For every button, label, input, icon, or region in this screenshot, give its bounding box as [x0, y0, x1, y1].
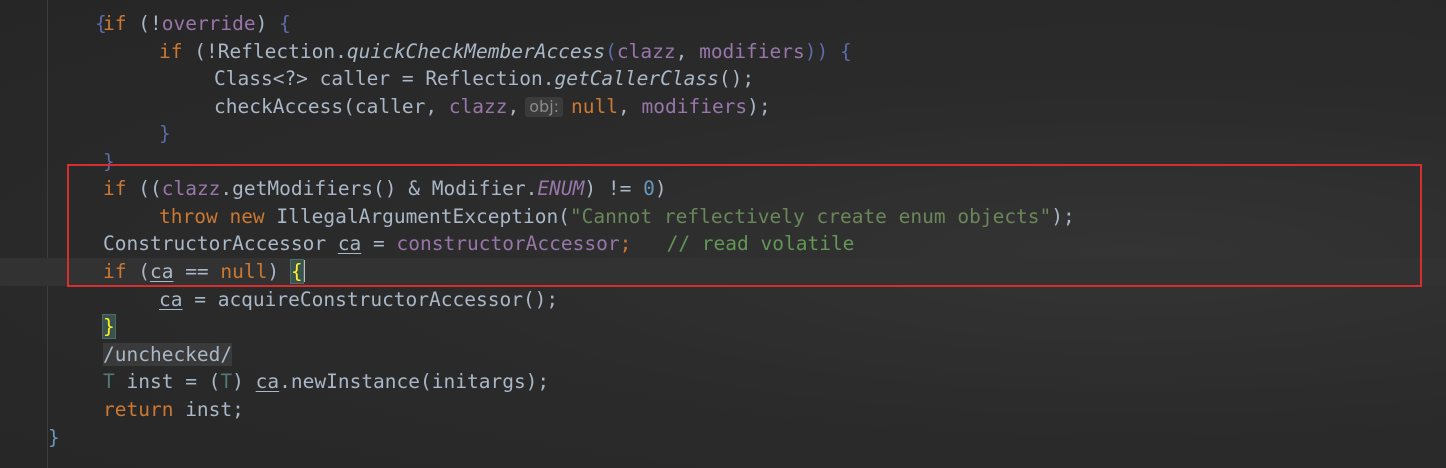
brace: } [48, 426, 60, 449]
code-line[interactable]: throw new IllegalArgumentException("Cann… [159, 203, 1075, 231]
code-line[interactable]: return inst; [103, 396, 244, 424]
type-parameter: T [220, 370, 233, 393]
code-text: .newInstance(initargs); [279, 370, 550, 393]
parameter-hint: obj: [525, 97, 564, 117]
brace: } [103, 150, 115, 173]
keyword: if [159, 40, 183, 63]
code-text: inst = ( [114, 370, 221, 393]
field-ref: modifiers [699, 40, 805, 63]
string-literal: "Cannot reflectively create enum objects… [569, 205, 1052, 228]
code-text: ) != [584, 177, 644, 200]
local-variable: ca [255, 370, 280, 393]
null-literal: null [220, 260, 268, 283]
code-line[interactable]: } [102, 313, 116, 341]
field-ref: constructorAccessor [396, 232, 620, 255]
static-method-call: getCallerClass [554, 67, 719, 90]
local-variable: ca [159, 288, 183, 311]
keyword: if [103, 177, 127, 200]
code-text: = acquireConstructorAccessor(); [182, 288, 559, 311]
code-text: (! [126, 12, 162, 35]
semicolon: ; [619, 232, 632, 255]
field-ref: clazz [161, 177, 221, 200]
code-text: ) [255, 12, 280, 35]
code-line[interactable]: if (!override) { [103, 10, 291, 38]
code-text: .getModifiers() & Modifier. [220, 177, 538, 200]
code-line[interactable]: Class<?> caller = Reflection.getCallerCl… [214, 65, 754, 93]
code-line[interactable]: { [48, 0, 107, 35]
keyword: throw [159, 205, 218, 228]
keyword: if [103, 260, 127, 283]
code-text: ) [232, 370, 256, 393]
code-line[interactable]: /unchecked/ [103, 341, 233, 369]
paren: ( [605, 40, 617, 63]
code-text: , [618, 95, 642, 118]
number-literal: 0 [643, 177, 655, 200]
keyword: new [229, 205, 265, 228]
brace: { [839, 40, 852, 63]
comment: // read volatile [666, 232, 855, 255]
code-line[interactable]: if (ca == null) { [103, 258, 305, 286]
code-text: checkAccess(caller, [214, 95, 449, 118]
matched-brace: { [289, 259, 304, 284]
text-caret [302, 260, 305, 282]
static-method-call: quickCheckMemberAccess [346, 40, 606, 63]
code-text: ); [747, 95, 771, 118]
code-text: Class<?> caller = Reflection. [214, 67, 555, 90]
code-text: (!Reflection. [182, 40, 347, 63]
code-text: inst; [173, 398, 244, 421]
null-literal: null [571, 95, 619, 118]
code-line[interactable]: ca = acquireConstructorAccessor(); [159, 286, 558, 314]
code-line[interactable]: if ((clazz.getModifiers() & Modifier.ENU… [103, 175, 667, 203]
code-text: ( [126, 260, 150, 283]
type-parameter: T [103, 370, 115, 393]
paren: )) [804, 40, 840, 63]
field-ref: clazz [448, 95, 508, 118]
field-ref: modifiers [641, 95, 748, 118]
code-text: (( [126, 177, 162, 200]
code-text: ) [267, 260, 291, 283]
code-editor[interactable]: { if (!override) { if (!Reflection.quick… [0, 0, 1446, 468]
field-ref: clazz [616, 40, 676, 63]
code-text: (); [718, 67, 755, 90]
brace: { [279, 12, 291, 35]
code-line[interactable]: } [48, 424, 60, 452]
matched-brace: } [102, 314, 116, 339]
enum-constant: ENUM [537, 177, 585, 200]
code-text: , [675, 40, 700, 63]
code-text: IllegalArgumentException( [264, 205, 570, 228]
code-line[interactable]: ConstructorAccessor ca = constructorAcce… [103, 230, 854, 258]
code-line[interactable]: } [103, 148, 115, 176]
field-ref: override [161, 12, 256, 35]
code-text: ); [1051, 205, 1075, 228]
code-line[interactable]: } [159, 120, 171, 148]
code-line[interactable]: checkAccess(caller, clazz, obj: null, modi… [214, 93, 771, 121]
local-variable: ca [337, 232, 362, 255]
local-variable: ca [149, 260, 174, 283]
code-text: = [361, 232, 397, 255]
code-line[interactable]: T inst = (T) ca.newInstance(initargs); [103, 368, 549, 396]
gutter-separator [47, 0, 48, 468]
code-text: , [507, 95, 520, 118]
code-text: == [173, 260, 221, 283]
unchecked-marker: /unchecked/ [103, 343, 233, 366]
brace: } [159, 122, 171, 145]
keyword: return [103, 398, 174, 421]
code-line[interactable]: if (!Reflection.quickCheckMemberAccess(c… [159, 38, 852, 66]
keyword: if [103, 12, 127, 35]
code-text: ) [654, 177, 667, 200]
code-text: ConstructorAccessor [103, 232, 338, 255]
